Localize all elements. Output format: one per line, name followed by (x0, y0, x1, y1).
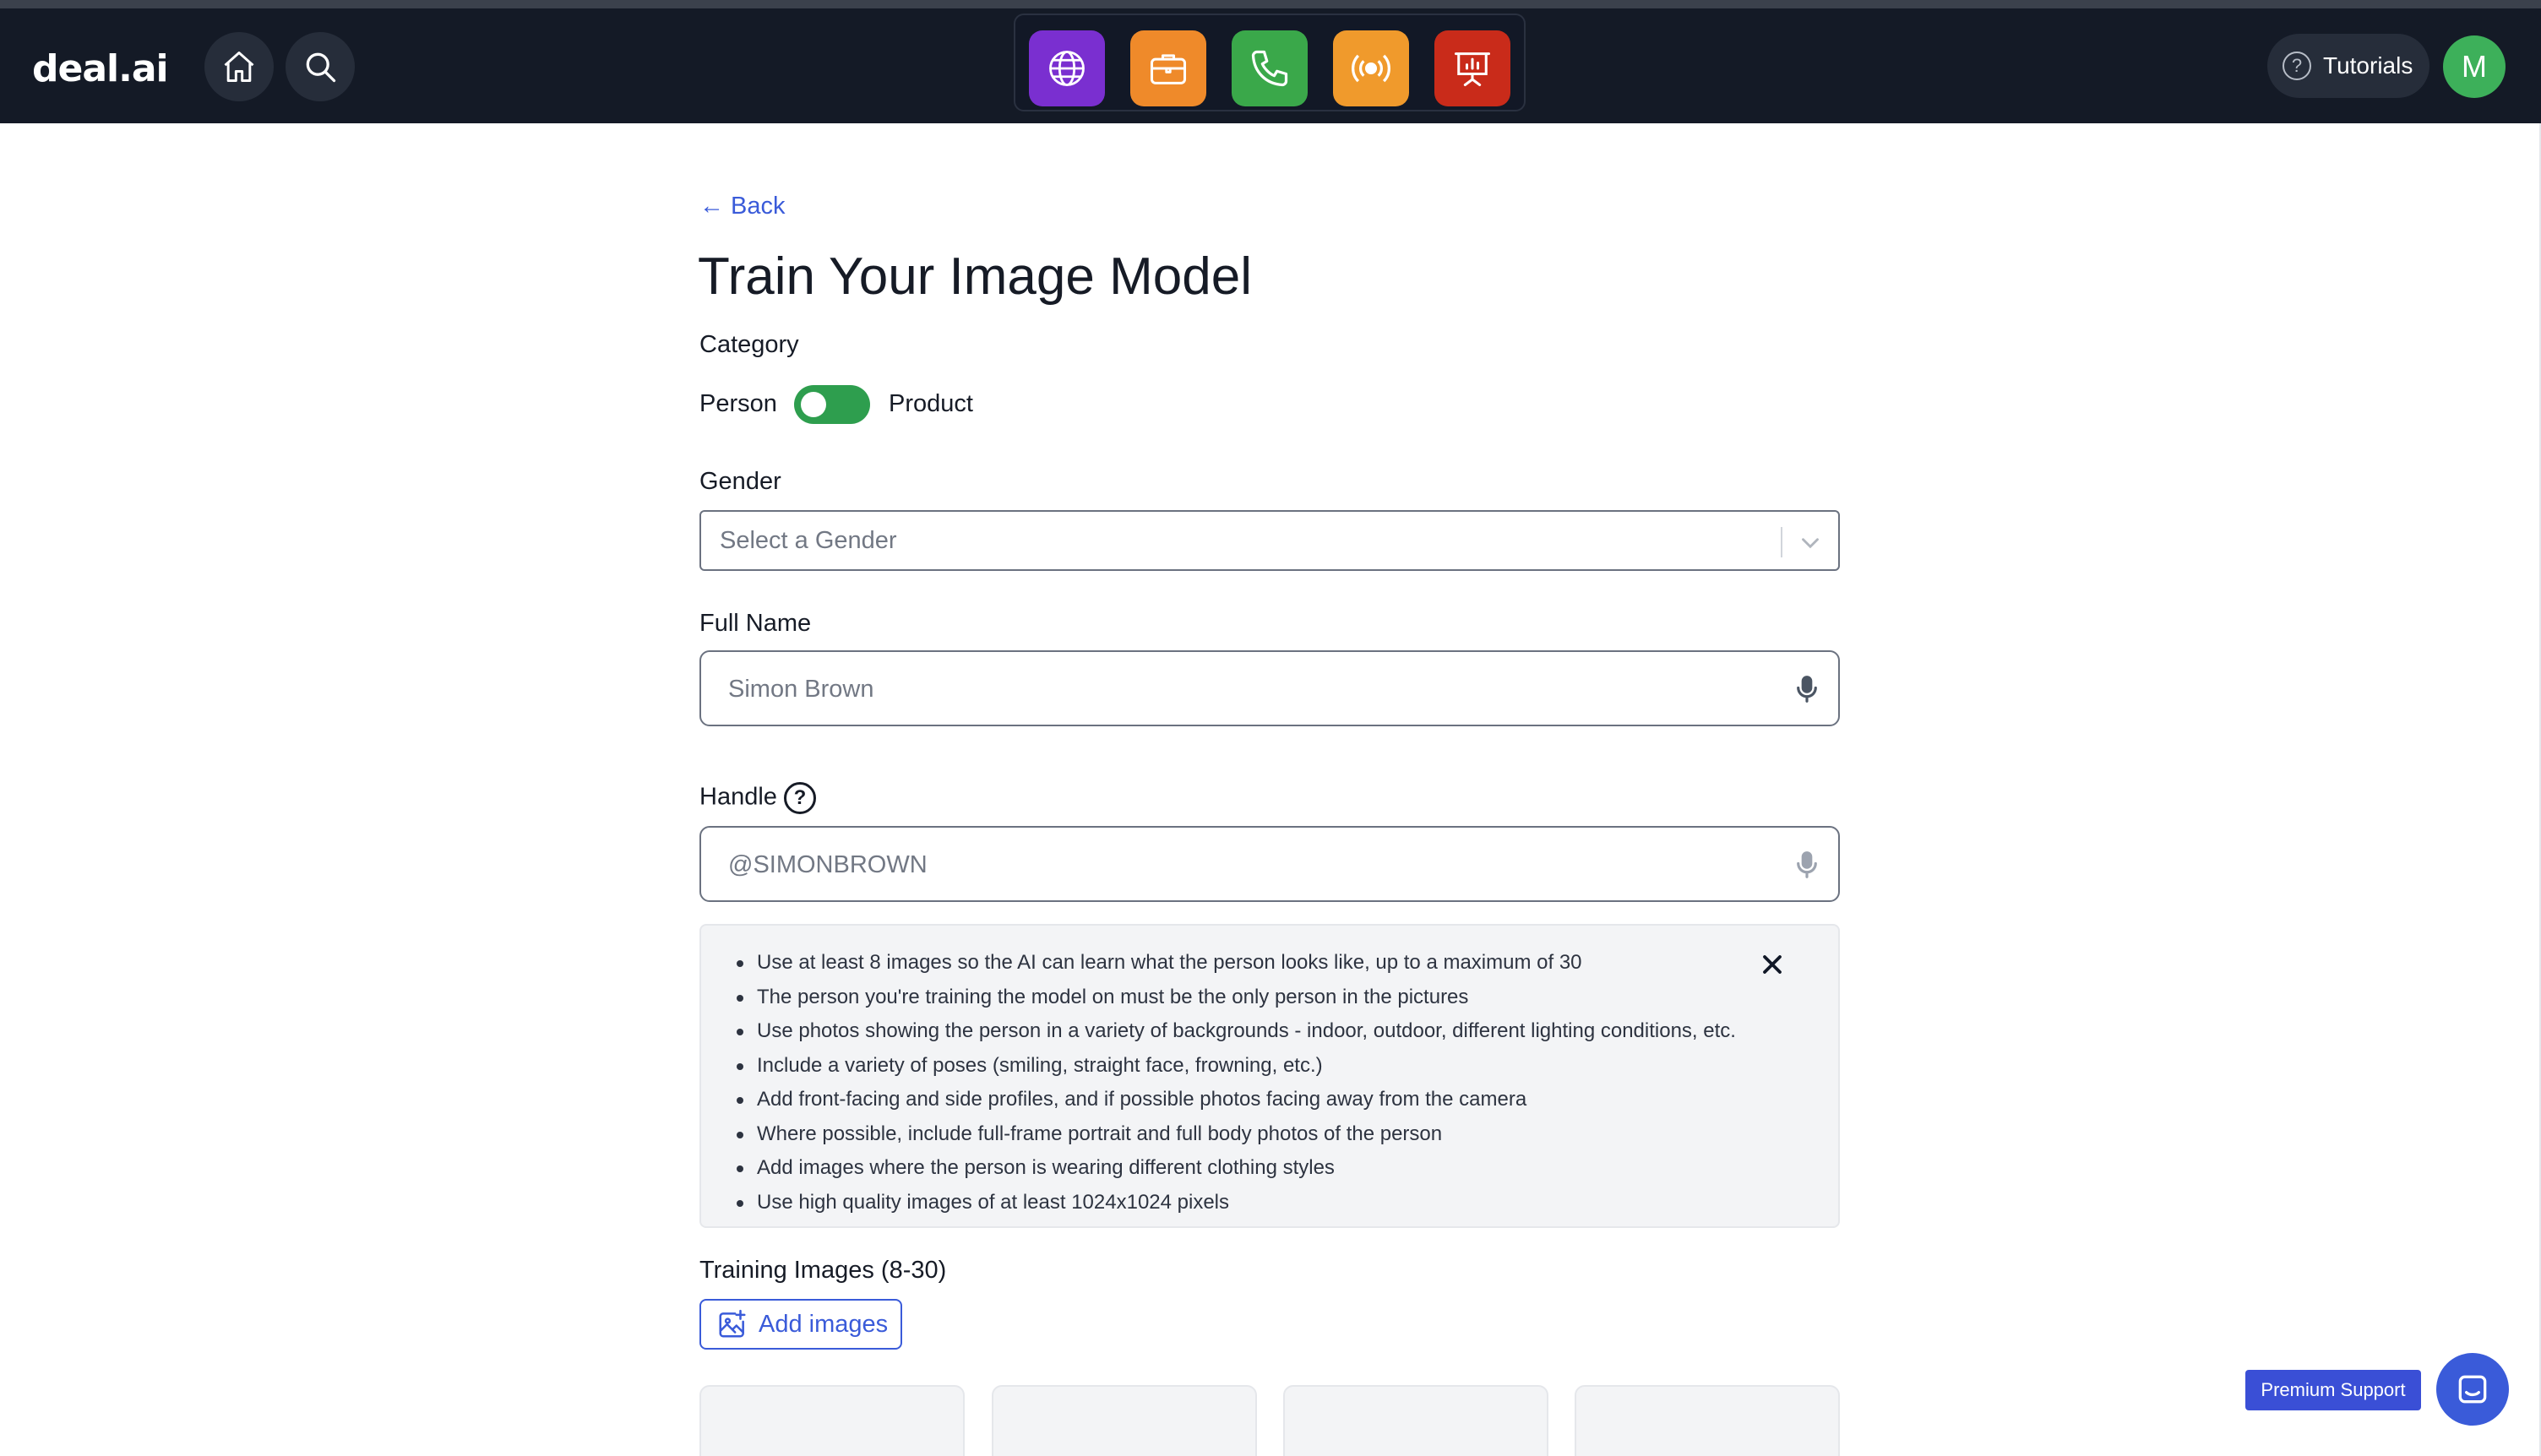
logo[interactable]: deal.ai (32, 47, 169, 90)
search-button[interactable] (286, 32, 355, 101)
chat-icon (2458, 1375, 2487, 1404)
handle-field[interactable]: @SIMONBROWN (699, 826, 1840, 902)
tips-panel: Use at least 8 images so the AI can lear… (699, 924, 1840, 1228)
add-image-icon (719, 1309, 746, 1338)
handle-label: Handle (699, 783, 777, 811)
help-circle-icon: ? (2283, 52, 2311, 80)
gender-select[interactable]: Select a Gender (699, 510, 1840, 571)
page-title: Train Your Image Model (698, 247, 1252, 306)
category-toggle[interactable] (794, 385, 870, 424)
image-slot[interactable] (1283, 1385, 1548, 1456)
tip-item: Use high quality images of at least 1024… (737, 1186, 1736, 1220)
home-icon (224, 52, 254, 82)
browser-strip (0, 0, 2541, 8)
training-images-label: Training Images (8-30) (699, 1257, 947, 1284)
gender-placeholder: Select a Gender (720, 527, 897, 554)
toggle-person-label: Person (699, 390, 777, 417)
top-navbar: deal.ai ? Tutorials M (0, 8, 2541, 123)
handle-value: @SIMONBROWN (728, 851, 928, 878)
app-switcher (1014, 14, 1526, 111)
premium-support-button[interactable]: Premium Support (2245, 1370, 2421, 1410)
tips-list: Use at least 8 images so the AI can lear… (737, 946, 1736, 1220)
presentation-app-button[interactable] (1434, 30, 1510, 106)
gender-label: Gender (699, 468, 781, 495)
briefcase-app-button[interactable] (1130, 30, 1206, 106)
image-slot[interactable] (699, 1385, 965, 1456)
tutorials-button[interactable]: ? Tutorials (2267, 34, 2429, 98)
fullname-value: Simon Brown (728, 676, 874, 703)
globe-icon (1049, 51, 1085, 86)
back-link[interactable]: ← Back (699, 193, 786, 220)
fullname-field[interactable]: Simon Brown (699, 650, 1840, 726)
fullname-label: Full Name (699, 610, 812, 637)
image-slot[interactable] (992, 1385, 1257, 1456)
briefcase-icon (1150, 54, 1187, 84)
category-label: Category (699, 331, 799, 358)
tip-item: Include a variety of poses (smiling, str… (737, 1049, 1736, 1084)
search-icon (306, 52, 336, 83)
tip-item: Add images where the person is wearing d… (737, 1151, 1736, 1186)
select-separator (1781, 527, 1782, 557)
tutorials-label: Tutorials (2323, 52, 2413, 79)
broadcast-app-button[interactable] (1333, 30, 1409, 106)
home-button[interactable] (204, 32, 274, 101)
tip-item: Add front-facing and side profiles, and … (737, 1083, 1736, 1117)
handle-label-row: Handle? (699, 782, 816, 814)
page: deal.ai ? Tutorials M ← Back Train Your … (0, 0, 2541, 1456)
close-icon[interactable] (1757, 949, 1787, 980)
phone-app-button[interactable] (1232, 30, 1308, 106)
help-icon[interactable]: ? (783, 782, 816, 814)
avatar[interactable]: M (2443, 35, 2506, 98)
toggle-knob (801, 392, 826, 417)
add-images-button[interactable]: Add images (699, 1299, 902, 1350)
tip-item: Where possible, include full-frame portr… (737, 1117, 1736, 1152)
image-slot[interactable] (1575, 1385, 1840, 1456)
microphone-icon[interactable] (1791, 848, 1823, 882)
chat-launcher-button[interactable] (2436, 1353, 2509, 1426)
presentation-icon (1454, 52, 1491, 87)
chevron-down-icon[interactable] (1796, 529, 1825, 557)
tip-item: Use photos showing the person in a varie… (737, 1014, 1736, 1049)
tip-item: The person you're training the model on … (737, 981, 1736, 1015)
tip-item: Use at least 8 images so the AI can lear… (737, 946, 1736, 981)
microphone-icon[interactable] (1791, 672, 1823, 706)
broadcast-icon (1352, 54, 1390, 83)
toggle-product-label: Product (889, 390, 973, 417)
add-images-label: Add images (759, 1310, 889, 1338)
phone-icon (1251, 50, 1288, 87)
globe-app-button[interactable] (1029, 30, 1105, 106)
